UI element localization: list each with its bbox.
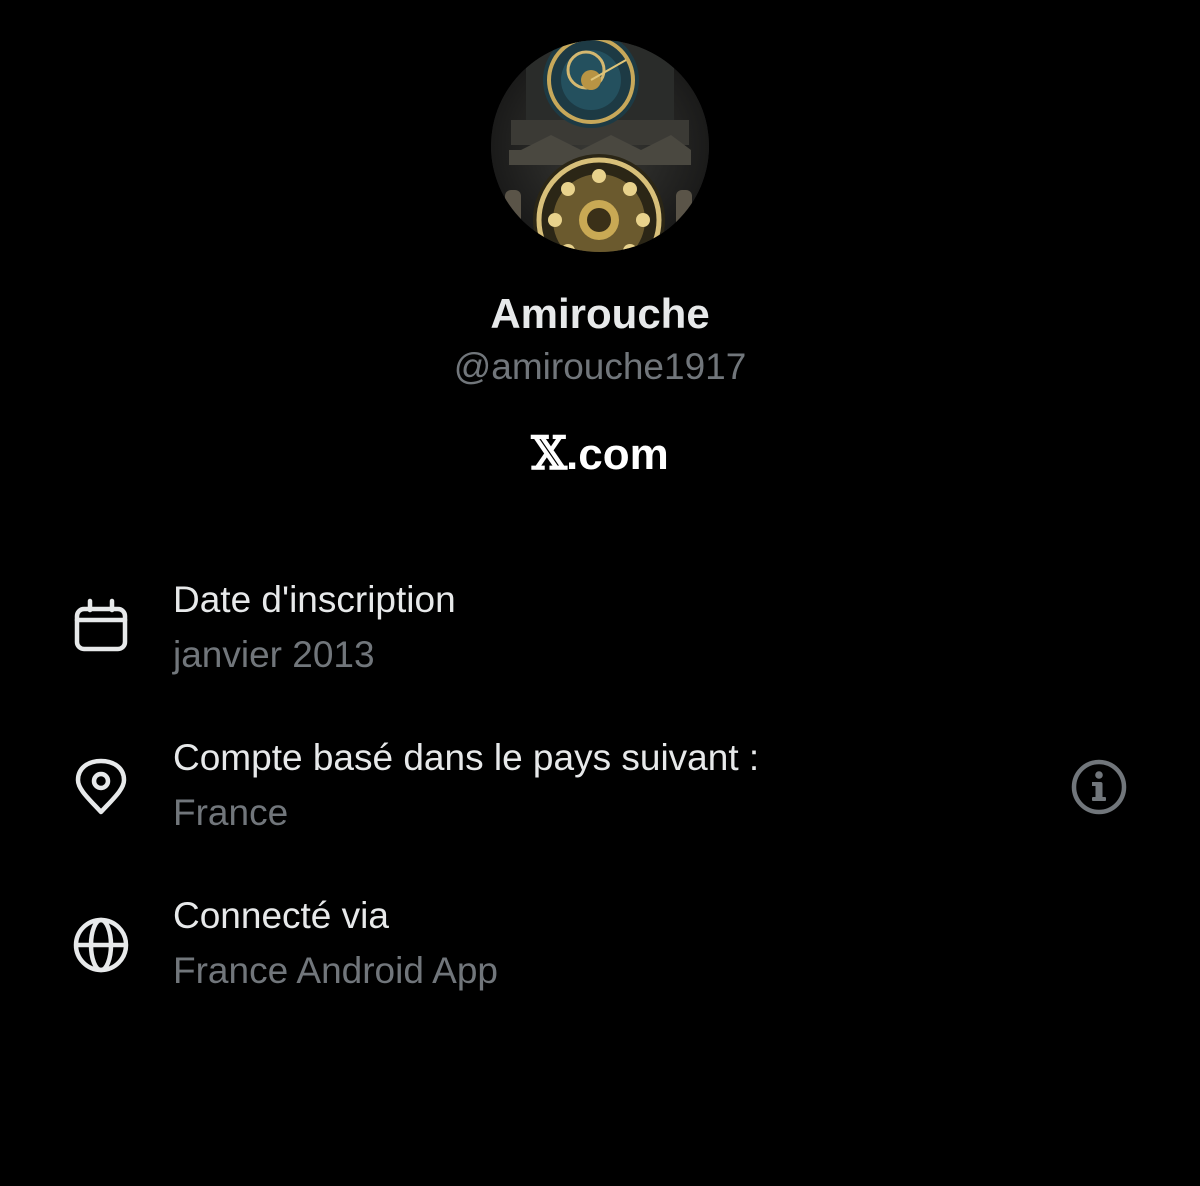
country-label: Compte basé dans le pays suivant : [173,737,760,778]
info-icon [1071,759,1127,815]
connected-via-row: Connecté via France Android App [0,894,1200,1004]
join-date-row: Date d'inscription janvier 2013 [0,578,1200,688]
join-date-value: janvier 2013 [173,634,375,675]
x-logo-icon: 𝕏 [531,426,567,480]
location-pin-icon [72,758,130,816]
avatar[interactable] [491,40,709,252]
country-value: France [173,792,289,833]
connected-via-label: Connecté via [173,895,389,936]
country-row: Compte basé dans le pays suivant : Franc… [0,736,1200,846]
user-handle: @amirouche1917 [453,346,747,387]
calendar-icon [72,598,130,656]
info-button[interactable] [1070,758,1128,816]
globe-icon [72,916,130,974]
display-name: Amirouche [490,290,710,337]
avatar-image [491,40,709,252]
connected-via-value: France Android App [173,950,498,991]
join-date-label: Date d'inscription [173,579,456,620]
brand-suffix: .com [566,430,669,479]
brand-link[interactable]: 𝕏.com [0,427,1200,481]
